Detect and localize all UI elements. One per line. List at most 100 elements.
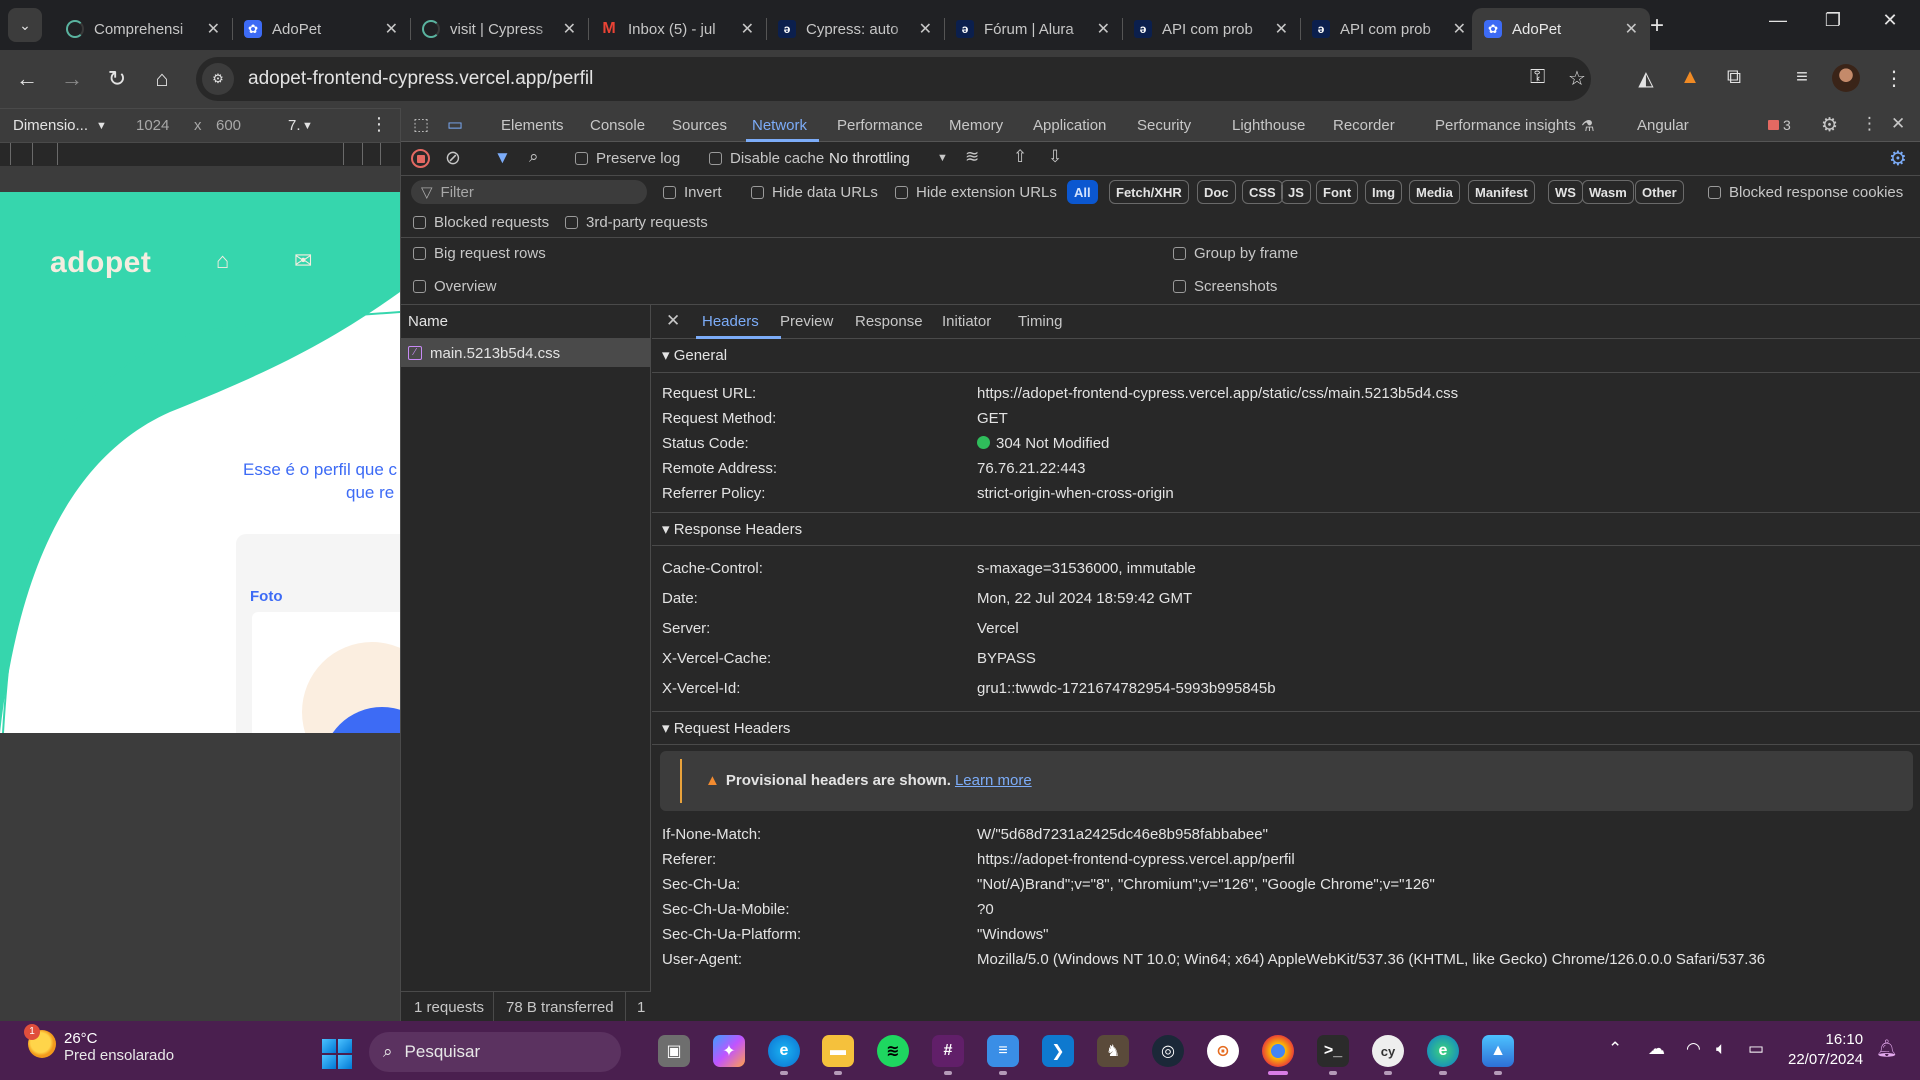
tab-headers[interactable]: Headers bbox=[702, 313, 759, 330]
blocked-response-cookies-checkbox[interactable]: Blocked response cookies bbox=[1708, 184, 1903, 201]
volume-icon[interactable]: 🔈︎ bbox=[1716, 1039, 1726, 1059]
tab-memory[interactable]: Memory bbox=[949, 117, 1003, 134]
close-tab-icon[interactable]: ✕ bbox=[385, 19, 398, 39]
type-filter-img[interactable]: Img bbox=[1365, 180, 1403, 204]
start-button[interactable] bbox=[322, 1039, 352, 1069]
cypress-icon[interactable]: cy bbox=[1372, 1035, 1404, 1067]
close-tab-icon[interactable]: ✕ bbox=[563, 19, 576, 39]
learn-more-link[interactable]: Learn more bbox=[955, 772, 1032, 789]
browser-tab[interactable]: ✿ AdoPet ✕ bbox=[232, 8, 410, 50]
close-tab-icon[interactable]: ✕ bbox=[1275, 19, 1288, 39]
wifi-icon[interactable]: ◠ bbox=[1686, 1039, 1701, 1059]
devtools-close-icon[interactable]: ✕ bbox=[1891, 114, 1905, 134]
system-clock[interactable]: 16:10 22/07/2024 bbox=[1788, 1030, 1863, 1070]
screenshots-checkbox[interactable]: Screenshots bbox=[1173, 278, 1277, 295]
issues-badge[interactable]: 3 bbox=[1768, 117, 1791, 133]
close-tab-icon[interactable]: ✕ bbox=[1625, 19, 1638, 39]
tab-performance[interactable]: Performance bbox=[837, 117, 923, 134]
tab-timing[interactable]: Timing bbox=[1018, 313, 1062, 330]
close-tab-icon[interactable]: ✕ bbox=[1453, 19, 1466, 39]
photo-preview[interactable] bbox=[252, 612, 400, 733]
tab-network[interactable]: Network bbox=[752, 117, 807, 134]
search-icon[interactable]: ⌕ bbox=[529, 147, 539, 167]
export-har-icon[interactable]: ⇩ bbox=[1048, 147, 1062, 167]
network-settings-icon[interactable]: ⚙ bbox=[1889, 146, 1907, 171]
media-query-ruler[interactable] bbox=[0, 142, 400, 166]
tab-angular[interactable]: Angular bbox=[1637, 117, 1689, 134]
terminal-icon[interactable]: >_ bbox=[1317, 1035, 1349, 1067]
overview-checkbox[interactable]: Overview bbox=[413, 278, 497, 295]
close-tab-icon[interactable]: ✕ bbox=[741, 19, 754, 39]
steam-icon[interactable]: ◎ bbox=[1152, 1035, 1184, 1067]
name-column-header[interactable]: Name bbox=[401, 305, 650, 339]
battery-icon[interactable]: ▭ bbox=[1748, 1039, 1764, 1059]
extension-icon[interactable]: ◭ bbox=[1632, 66, 1660, 91]
home-nav-icon[interactable]: ⌂ bbox=[216, 248, 229, 274]
type-filter-css[interactable]: CSS bbox=[1242, 180, 1283, 204]
tab-recorder[interactable]: Recorder bbox=[1333, 117, 1395, 134]
filter-funnel-icon[interactable]: ▼ bbox=[494, 148, 511, 168]
tray-overflow-icon[interactable]: ⌃ bbox=[1608, 1039, 1622, 1059]
bookmark-star-icon[interactable]: ☆ bbox=[1568, 66, 1586, 91]
tab-response[interactable]: Response bbox=[855, 313, 923, 330]
mail-nav-icon[interactable]: ✉ bbox=[294, 248, 312, 274]
browser-tab[interactable]: ə API com prob ✕ bbox=[1300, 8, 1478, 50]
adopet-logo[interactable]: adopet bbox=[50, 246, 151, 280]
type-filter-js[interactable]: JS bbox=[1281, 180, 1311, 204]
address-url[interactable]: adopet-frontend-cypress.vercel.app/perfi… bbox=[248, 68, 593, 90]
hide-extension-urls-checkbox[interactable]: Hide extension URLs bbox=[895, 184, 1057, 201]
type-filter-font[interactable]: Font bbox=[1316, 180, 1359, 204]
close-details-icon[interactable]: ✕ bbox=[666, 311, 680, 331]
browser-tab[interactable]: ə Cypress: auto ✕ bbox=[766, 8, 944, 50]
home-button[interactable]: ⌂ bbox=[145, 62, 179, 96]
spotify-icon[interactable]: ≋ bbox=[877, 1035, 909, 1067]
type-filter-other[interactable]: Other bbox=[1635, 180, 1684, 204]
height-input[interactable]: 600 bbox=[216, 117, 241, 134]
extension-orange-icon[interactable]: ▲ bbox=[1676, 66, 1704, 89]
blocked-requests-checkbox[interactable]: Blocked requests bbox=[413, 214, 549, 231]
task-view-icon[interactable]: ▣ bbox=[658, 1035, 690, 1067]
tab-preview[interactable]: Preview bbox=[780, 313, 833, 330]
devtools-more-icon[interactable]: ⋮ bbox=[1861, 114, 1878, 134]
tab-search-button[interactable]: ⌄ bbox=[8, 8, 42, 42]
network-conditions-icon[interactable]: ≋ bbox=[965, 147, 979, 167]
group-by-frame-checkbox[interactable]: Group by frame bbox=[1173, 245, 1298, 262]
type-filter-fetch-xhr[interactable]: Fetch/XHR bbox=[1109, 180, 1189, 204]
password-key-icon[interactable]: ⚿ bbox=[1530, 66, 1545, 89]
third-party-requests-checkbox[interactable]: 3rd-party requests bbox=[565, 214, 708, 231]
tab-sources[interactable]: Sources bbox=[672, 117, 727, 134]
chrome-icon[interactable] bbox=[1262, 1035, 1294, 1067]
browser-tab[interactable]: Comprehensi ✕ bbox=[54, 8, 232, 50]
game-icon[interactable]: ♞ bbox=[1097, 1035, 1129, 1067]
browser-tab-active[interactable]: ✿ AdoPet ✕ bbox=[1472, 8, 1650, 50]
tab-initiator[interactable]: Initiator bbox=[942, 313, 991, 330]
tab-elements[interactable]: Elements bbox=[501, 117, 564, 134]
chrome-menu-icon[interactable]: ⋮ bbox=[1880, 66, 1908, 91]
request-row[interactable]: ⁄ main.5213b5d4.css bbox=[401, 339, 650, 367]
close-tab-icon[interactable]: ✕ bbox=[207, 19, 220, 39]
openvpn-icon[interactable]: ⊙ bbox=[1207, 1035, 1239, 1067]
file-explorer-icon[interactable]: ▬ bbox=[822, 1035, 854, 1067]
edge-dev-icon[interactable]: e bbox=[1427, 1035, 1459, 1067]
back-button[interactable]: ← bbox=[10, 62, 44, 96]
vscode-icon[interactable]: ❯ bbox=[1042, 1035, 1074, 1067]
inspect-element-icon[interactable]: ⬚ bbox=[413, 115, 429, 135]
profile-avatar[interactable] bbox=[1832, 64, 1860, 92]
zoom-select[interactable]: 7. bbox=[288, 117, 301, 134]
tab-security[interactable]: Security bbox=[1137, 117, 1191, 134]
browser-tab[interactable]: ə Fórum | Alura ✕ bbox=[944, 8, 1122, 50]
restore-button[interactable]: ❐ bbox=[1813, 10, 1853, 31]
type-filter-ws[interactable]: WS bbox=[1548, 180, 1583, 204]
browser-tab[interactable]: visit | Cypress ✕ bbox=[410, 8, 588, 50]
reload-button[interactable]: ↻ bbox=[100, 62, 134, 96]
throttling-select[interactable]: No throttling bbox=[829, 150, 910, 167]
copilot-icon[interactable]: ✦ bbox=[713, 1035, 745, 1067]
type-filter-doc[interactable]: Doc bbox=[1197, 180, 1236, 204]
photos-icon[interactable]: ▲ bbox=[1482, 1035, 1514, 1067]
filter-input[interactable]: ▽ Filter bbox=[411, 180, 647, 204]
media-controls-icon[interactable]: ≡ bbox=[1788, 66, 1816, 89]
new-tab-button[interactable]: + bbox=[1650, 12, 1664, 40]
type-filter-wasm[interactable]: Wasm bbox=[1582, 180, 1634, 204]
tab-application[interactable]: Application bbox=[1033, 117, 1106, 134]
browser-tab[interactable]: M Inbox (5) - jul ✕ bbox=[588, 8, 766, 50]
